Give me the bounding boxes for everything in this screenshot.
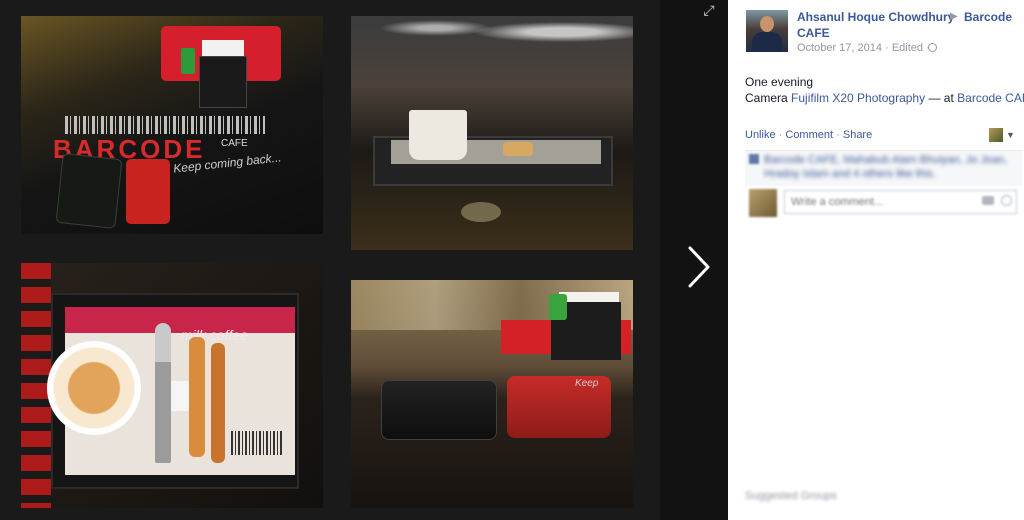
like-icon	[749, 154, 759, 164]
spoon	[155, 323, 171, 463]
place-link[interactable]: Barcode	[964, 10, 1012, 24]
comment-button[interactable]: Comment	[785, 129, 833, 141]
edited-label[interactable]: Edited	[892, 42, 923, 54]
biscuit-stick	[211, 343, 225, 463]
avatar-shoulders	[752, 32, 782, 52]
ceiling-lights	[351, 16, 633, 56]
post-date[interactable]: October 17, 2014	[797, 42, 882, 54]
caption-line-2: Camera Fujifilm X20 Photography — at Bar…	[745, 91, 1024, 105]
table-brand-sub: CAFE	[221, 138, 248, 149]
at-arrow-icon: ▶	[950, 11, 958, 22]
biscuit-stick	[189, 337, 205, 457]
globe-icon[interactable]	[928, 43, 937, 52]
biscuit-sticks	[503, 142, 533, 156]
caption-prefix: Camera	[745, 91, 788, 105]
sugar-cube	[171, 381, 189, 411]
post-meta: October 17, 2014 · Edited ·	[797, 42, 930, 54]
table-glare	[461, 202, 501, 222]
author-name-link[interactable]: Ahsanul Hoque Chowdhury	[797, 10, 954, 24]
black-phone	[55, 153, 123, 229]
photo-viewer: BARCODE CAFE Keep coming back... milk co…	[0, 0, 728, 520]
photo-phones-closeup[interactable]: Keep	[351, 280, 633, 508]
action-separator: ·	[778, 129, 783, 141]
napkin-holder	[199, 56, 247, 108]
avatar[interactable]	[746, 10, 788, 52]
barcode-logo	[65, 116, 265, 134]
expand-icon[interactable]: ⤢	[701, 2, 717, 18]
table-print-text: Keep	[575, 378, 599, 389]
caption-line-1: One evening	[745, 75, 814, 89]
black-phone	[381, 380, 497, 440]
caption-place-link[interactable]: Barcode CAFE.	[957, 91, 1024, 105]
camera-link[interactable]: Fujifilm X20 Photography	[791, 91, 925, 105]
post-actions: Unlike · Comment · Share	[745, 129, 872, 141]
caption-at: — at	[928, 91, 954, 105]
avatar-face	[760, 16, 774, 32]
viewer-thumbnail[interactable]	[989, 128, 1003, 142]
bottle	[549, 294, 567, 320]
photo-cafe-interior[interactable]	[351, 16, 633, 250]
camera-icon[interactable]	[982, 196, 994, 205]
action-separator: ·	[836, 129, 840, 141]
coffee-cup	[409, 110, 467, 160]
place-link-cont[interactable]: CAFE	[797, 26, 830, 40]
meta-separator: ·	[885, 42, 889, 54]
likes-summary[interactable]: Barcode CAFE, Mahabub Alam Bhuiyan, Jo J…	[764, 153, 1016, 181]
sticker-icon[interactable]	[1001, 195, 1012, 206]
latte-cup	[47, 341, 141, 435]
caret-down-icon[interactable]: ▼	[1006, 130, 1015, 140]
photo-stage: BARCODE CAFE Keep coming back... milk co…	[0, 0, 660, 520]
red-phone	[126, 159, 170, 224]
photo-phones-on-table[interactable]: BARCODE CAFE Keep coming back...	[21, 16, 323, 234]
suggested-groups-heading: Suggested Groups	[745, 490, 837, 502]
photo-coffee-tray[interactable]: milk coffee	[21, 263, 323, 508]
share-button[interactable]: Share	[843, 129, 872, 141]
unlike-button[interactable]: Unlike	[745, 129, 776, 141]
chevron-right-icon[interactable]	[680, 242, 720, 292]
commenter-avatar	[749, 189, 777, 217]
mat-barcode	[231, 431, 283, 455]
bottle	[181, 48, 195, 74]
